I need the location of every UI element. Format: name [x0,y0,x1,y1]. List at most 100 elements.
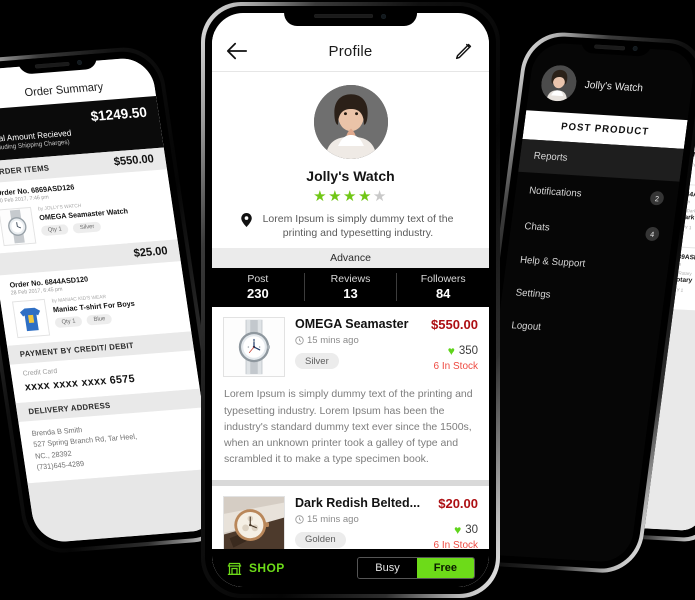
variant-chip: Blue [86,313,113,326]
star-icon-empty: ★ [372,188,388,205]
stat-post[interactable]: Post 230 [212,273,305,302]
product-attributes: Qty 1 Silver [40,219,131,237]
menu-item-label: Logout [510,320,542,333]
product-title: OMEGA Seamaster [295,317,409,332]
product-thumbnail [12,298,51,339]
likes-count: 30 [465,523,478,536]
star-icon: ★ [313,188,329,205]
speaker-slot [593,43,626,50]
clock-icon [295,336,304,346]
menu-item-label: Notifications [528,184,583,200]
status-free-option[interactable]: Free [416,558,474,578]
advance-tab[interactable]: Advance [212,248,489,269]
storefront-icon [226,561,243,576]
chats-badge: 4 [644,226,660,242]
profile-summary: Jolly's Watch ★★★★★ Lorem Ipsum is simpl… [212,72,489,249]
location-text: Lorem Ipsum is simply dummy text of the … [262,213,454,240]
phone-frame: Order Summary $1249.50 Total Amount Reci… [0,44,233,556]
star-icon: ★ [357,188,373,205]
status-toggle[interactable]: Busy Free [357,557,475,579]
qty-chip: Qty 1 [40,224,70,237]
product-time: 15 mins ago [295,514,424,525]
product-attributes: Qty 1 Blue [54,312,137,329]
stat-label: Reviews [330,273,371,286]
profile-stats: Post 230 Reviews 13 Followers 84 [212,268,489,308]
order-item-price: $25.00 [132,245,169,260]
front-camera-icon [632,45,638,52]
product-variant-chip[interactable]: Golden [295,531,346,548]
stat-label: Followers [420,273,466,286]
stock-badge: 6 In Stock [433,361,478,373]
variant-chip: Silver [72,221,102,234]
product-likes[interactable]: ♥ 350 [448,345,478,357]
stat-value: 13 [343,286,358,302]
product-thumbnail[interactable] [223,317,285,378]
star-icon: ★ [343,188,358,205]
product-thumbnail [0,206,37,247]
stat-label: Post [247,273,269,286]
profile-header: Profile [212,31,489,72]
phone-screen: Order Summary $1249.50 Total Amount Reci… [0,56,221,544]
product-thumbnail[interactable] [223,495,285,549]
order-items-value: $550.00 [113,153,155,169]
status-busy-option[interactable]: Busy [358,558,417,578]
phone-bezel: Profile Jolly's Watch ★★★★★ Lorem Ipsum … [205,6,496,594]
pencil-edit-icon[interactable] [453,40,475,62]
profile-body: Jolly's Watch ★★★★★ Lorem Ipsum is simpl… [212,72,489,587]
product-time: 15 mins ago [295,335,421,346]
page-title: Profile [328,42,373,60]
rating-stars[interactable]: ★★★★★ [212,189,489,204]
stat-value: 84 [435,286,451,302]
shop-label: SHOP [249,561,285,575]
order-items-label: ORDER ITEMS [0,163,50,177]
product-card[interactable]: OMEGA Seamaster 15 mins ago Silver $550.… [212,307,489,480]
phone-mockup-order-summary: Order Summary $1249.50 Total Amount Reci… [0,44,233,556]
front-camera-icon [76,59,83,66]
shop-button[interactable]: SHOP [226,561,285,576]
phone-frame: Profile Jolly's Watch ★★★★★ Lorem Ipsum … [201,2,500,598]
stock-badge: 6 In Stock [433,539,478,549]
stat-followers[interactable]: Followers 84 [397,273,489,301]
menu-item-label: Settings [515,287,552,301]
product-price: $20.00 [438,495,478,511]
screenshot-stage: Order No. 6869ASD1 20 Feb 2017, 7:46 pm [0,0,695,600]
avatar [539,64,579,103]
menu-user-name: Jolly's Watch [583,78,644,95]
order-summary-screen: Order Summary $1249.50 Total Amount Reci… [0,56,221,544]
phone-screen: Profile Jolly's Watch ★★★★★ Lorem Ipsum … [212,13,489,587]
arrow-left-icon[interactable] [226,40,248,62]
product-feed[interactable]: OMEGA Seamaster 15 mins ago Silver $550.… [212,307,489,549]
notification-badge: 2 [649,190,665,206]
product-likes[interactable]: ♥ 30 [454,524,478,536]
stat-reviews[interactable]: Reviews 13 [305,273,398,302]
profile-name: Jolly's Watch [306,168,395,184]
product-description: Lorem Ipsum is simply dummy text of the … [224,388,473,466]
front-camera-icon [381,13,387,19]
product-card[interactable]: Dark Redish Belted... 15 mins ago Golden [212,485,489,549]
qty-chip: Qty 1 [54,316,83,329]
product-time-text: 15 mins ago [307,513,359,525]
profile-location: Lorem Ipsum is simply dummy text of the … [212,212,489,240]
map-pin-icon [240,213,252,227]
product-title: Dark Redish Belted... [295,495,421,510]
speaker-slot [34,61,70,69]
phone-mockup-profile: Profile Jolly's Watch ★★★★★ Lorem Ipsum … [201,2,500,598]
clock-icon [295,514,304,524]
product-time-text: 15 mins ago [307,335,359,347]
menu-item-label: Reports [533,150,569,164]
likes-count: 350 [458,345,478,358]
bottom-bar: SHOP Busy Free [212,549,489,587]
product-variant-chip[interactable]: Silver [295,353,339,370]
heart-icon: ♥ [447,344,455,359]
star-icon: ★ [328,188,344,205]
menu-item-label: Help & Support [519,254,586,270]
speaker-slot [314,14,374,18]
heart-icon: ♥ [454,522,462,537]
phone-notch [283,6,418,26]
avatar[interactable] [313,85,388,159]
phone-bezel: Order Summary $1249.50 Total Amount Reci… [0,49,229,552]
screen-empty-space [27,468,221,544]
menu-item-label: Chats [523,220,551,234]
stat-value: 230 [246,286,269,302]
product-price: $550.00 [431,317,478,333]
